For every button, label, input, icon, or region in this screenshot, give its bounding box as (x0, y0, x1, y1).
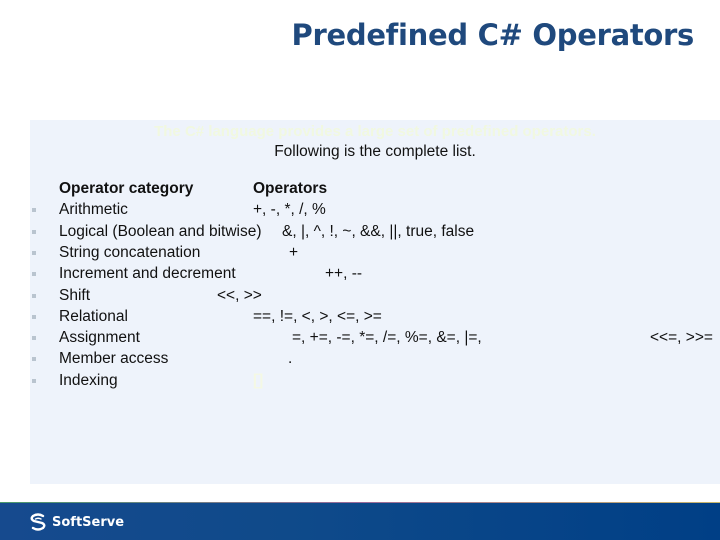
bullet-icon (32, 208, 36, 212)
list-item: String concatenation + (30, 244, 720, 265)
bullet-icon (32, 294, 36, 298)
slide-title: Predefined C# Operators (291, 18, 695, 52)
list-item: Relational ==, !=, <, >, <=, >= (30, 308, 720, 329)
intro-text: Following is the complete list. (274, 143, 476, 160)
brand-name: SoftServe (52, 514, 125, 530)
operators-value-tail: <<=, >>= (650, 329, 713, 346)
category-label: Logical (Boolean and bitwise) (59, 223, 262, 240)
brand-logo: SoftServe (28, 512, 124, 532)
category-label: Arithmetic (59, 201, 128, 218)
operators-value: &, |, ^, !, ~, &&, ||, true, false (282, 223, 475, 240)
bullet-icon (32, 336, 36, 340)
operators-value: ==, !=, <, >, <=, >= (253, 308, 382, 325)
operators-value: ++, -- (325, 265, 363, 282)
bullet-icon (32, 230, 36, 234)
bullet-icon (32, 379, 36, 383)
list-item: Arithmetic +, -, *, /, % (30, 201, 720, 222)
bullet-icon (32, 357, 36, 361)
bullet-icon (32, 272, 36, 276)
operators-value: +, -, *, /, % (253, 201, 326, 218)
footer-bar: SoftServe (0, 503, 720, 540)
operators-value: [] (253, 372, 264, 389)
bullet-icon (32, 251, 36, 255)
list-item: Shift <<, >> (30, 287, 720, 308)
operators-value: + (289, 244, 299, 261)
list-item: Member access . (30, 350, 720, 371)
operators-value: =, +=, -=, *=, /=, %=, &=, |=, (292, 329, 482, 346)
category-label: Member access (59, 350, 169, 367)
category-label: String concatenation (59, 244, 201, 261)
list-item: Logical (Boolean and bitwise) &, |, ^, !… (30, 223, 720, 244)
content-panel: The C# language provides a large set of … (30, 120, 720, 484)
operators-value: <<, >> (217, 287, 262, 304)
category-label: Indexing (59, 372, 118, 389)
faint-heading: The C# language provides a large set of … (154, 123, 596, 140)
category-label: Relational (59, 308, 128, 325)
list-item: Indexing [] (30, 372, 720, 393)
list-item: Assignment =, +=, -=, *=, /=, %=, &=, |=… (30, 329, 720, 350)
softserve-logo-icon (30, 513, 46, 531)
category-label: Shift (59, 287, 91, 304)
header-category: Operator category (59, 180, 194, 197)
category-label: Increment and decrement (59, 265, 236, 282)
list-item: Increment and decrement ++, -- (30, 265, 720, 286)
header-operators: Operators (253, 180, 328, 197)
category-label: Assignment (59, 329, 140, 346)
bullet-icon (32, 315, 36, 319)
table-header: Operator category Operators (30, 180, 720, 201)
operators-value: . (288, 350, 293, 367)
